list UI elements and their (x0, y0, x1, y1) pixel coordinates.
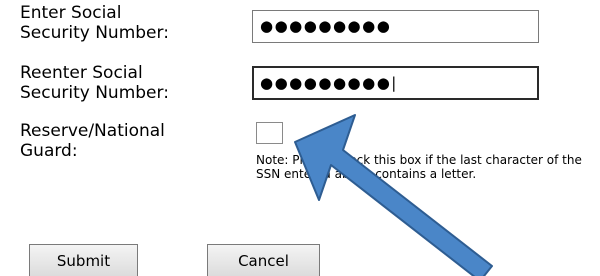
ssn-field-value: ●●●●●●●●● (260, 17, 392, 35)
ssn-field[interactable]: ●●●●●●●●● (252, 10, 539, 43)
ssn-confirm-label: Reenter Social Security Number: (20, 63, 169, 103)
ssn-confirm-field-value: ●●●●●●●●●| (260, 74, 398, 92)
arrow-shape (294, 114, 493, 276)
cancel-button[interactable]: Cancel (207, 244, 320, 276)
ssn-confirm-field[interactable]: ●●●●●●●●●| (252, 66, 539, 100)
ssn-label: Enter Social Security Number: (20, 3, 169, 43)
reserve-guard-note: Note: Please check this box if the last … (256, 153, 582, 181)
reserve-guard-checkbox[interactable] (256, 122, 283, 144)
reserve-guard-label: Reserve/National Guard: (20, 121, 165, 161)
submit-button[interactable]: Submit (29, 244, 138, 276)
